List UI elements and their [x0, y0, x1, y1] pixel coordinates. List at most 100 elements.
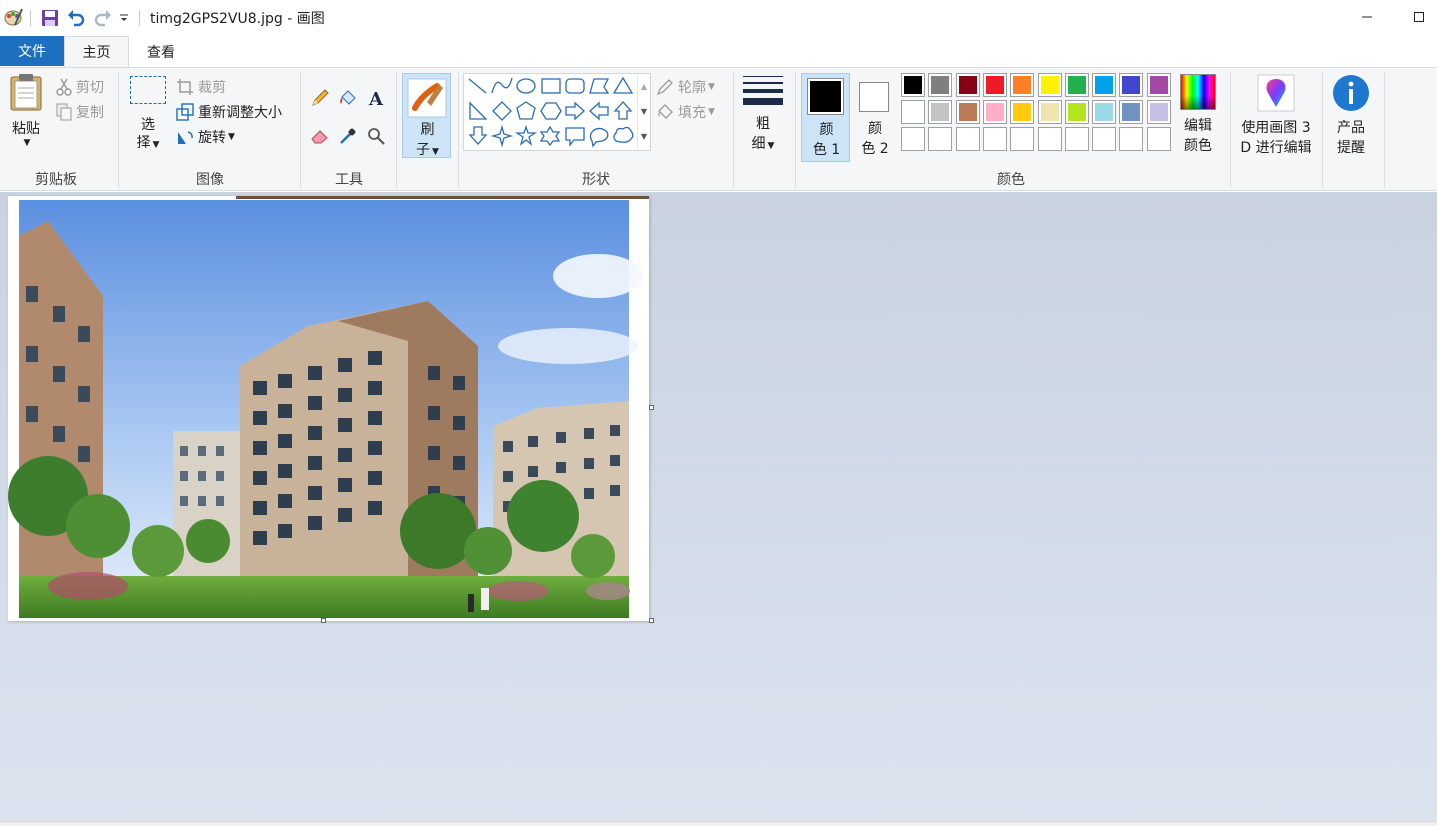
palette-swatch[interactable]	[1146, 73, 1171, 97]
palette-swatch[interactable]	[955, 100, 980, 124]
copy-label: 复制	[76, 105, 104, 121]
color1-swatch	[807, 78, 844, 115]
custom-color-slot[interactable]	[1092, 127, 1117, 151]
palette-swatch[interactable]	[1146, 100, 1171, 124]
shapes-group-label: 形状	[582, 172, 610, 188]
crop-icon	[177, 79, 193, 95]
color2-button[interactable]: 颜 色 2	[852, 73, 898, 162]
scroll-up-icon[interactable]: ▲	[638, 74, 650, 99]
palette-swatch[interactable]	[1119, 73, 1144, 97]
fill-button[interactable]: 填充 ▼	[656, 101, 715, 123]
text-tool[interactable]: A	[364, 86, 388, 110]
eraser-tool[interactable]	[308, 124, 332, 148]
paste-icon	[10, 74, 42, 111]
crop-button[interactable]: 裁剪	[176, 76, 226, 98]
maximize-button[interactable]	[1400, 0, 1437, 34]
size-label-bottom: 细	[751, 136, 766, 152]
palette-swatch[interactable]	[901, 73, 925, 97]
resize-handle-right[interactable]	[649, 405, 654, 410]
outline-button[interactable]: 轮廓 ▼	[656, 76, 715, 98]
palette-swatch[interactable]	[982, 100, 1007, 124]
edit-colors-label-top: 编辑	[1184, 118, 1212, 134]
fill-tool[interactable]	[336, 86, 360, 110]
gallery-expand-icon[interactable]: ▼	[638, 124, 650, 149]
rotate-button[interactable]: 旋转 ▼	[176, 126, 235, 148]
color2-label-bottom: 色 2	[861, 141, 889, 157]
custom-color-slot[interactable]	[1064, 127, 1089, 151]
cut-label: 剪切	[76, 80, 104, 96]
size-button[interactable]: 粗 细 ▼	[740, 74, 786, 160]
palette-swatch[interactable]	[955, 73, 980, 97]
color-picker-icon	[340, 128, 356, 144]
scroll-down-icon[interactable]: ▼	[638, 99, 650, 124]
outline-label: 轮廓	[678, 80, 706, 96]
tab-view[interactable]: 查看	[130, 36, 192, 67]
product-alert-button[interactable]: 产品 提醒	[1328, 74, 1374, 160]
palette-swatch[interactable]	[901, 100, 925, 124]
custom-color-slot[interactable]	[1146, 127, 1171, 151]
resize-handle-bottom[interactable]	[321, 618, 326, 623]
select-button[interactable]: 选 择 ▼	[126, 76, 170, 160]
custom-color-slot[interactable]	[1119, 127, 1144, 151]
save-icon[interactable]	[40, 8, 60, 28]
color1-button[interactable]: 颜 色 1	[801, 73, 850, 162]
edit-colors-button[interactable]: 编辑 颜色	[1178, 74, 1218, 160]
canvas-workspace[interactable]	[0, 192, 1437, 821]
palette-swatch[interactable]	[1010, 73, 1035, 97]
pencil-tool[interactable]	[308, 86, 332, 110]
brushes-button[interactable]: 刷 子 ▼	[402, 73, 451, 158]
rounded-rectangle-shape-icon	[565, 78, 585, 94]
up-arrow-shape-icon	[613, 101, 633, 120]
custom-color-slot[interactable]	[928, 127, 953, 151]
palette-swatch[interactable]	[1092, 73, 1117, 97]
rectangle-shape-icon	[541, 78, 561, 94]
tab-file[interactable]: 文件	[0, 36, 64, 66]
ribbon: 粘贴 ▼ 剪切 复制 剪贴板 选 择 ▼ 裁剪 重新调整大小 旋转 ▼ 图像 A…	[0, 67, 1437, 191]
paint3d-button[interactable]: 使用画图 3 D 进行编辑	[1234, 74, 1318, 160]
shapes-scrollbar[interactable]: ▲ ▼ ▼	[637, 74, 650, 150]
cut-button[interactable]: 剪切	[56, 76, 104, 98]
text-icon: A	[368, 89, 384, 108]
custom-color-slot[interactable]	[901, 127, 925, 151]
redo-icon[interactable]	[93, 7, 113, 29]
resize-handle-corner[interactable]	[649, 618, 654, 623]
custom-color-slot[interactable]	[1010, 127, 1035, 151]
custom-color-slot[interactable]	[1037, 127, 1062, 151]
edit-colors-label-bottom: 颜色	[1184, 138, 1212, 154]
customize-dropdown-icon[interactable]	[118, 10, 130, 26]
pencil-icon	[312, 89, 329, 106]
minimize-button[interactable]	[1344, 0, 1390, 34]
custom-color-slot[interactable]	[982, 127, 1007, 151]
palette-swatch[interactable]	[1092, 100, 1117, 124]
down-arrow-shape-icon	[468, 126, 488, 145]
palette-swatch[interactable]	[1119, 100, 1144, 124]
color-picker-tool[interactable]	[336, 124, 360, 148]
brushes-label-bottom: 子	[416, 142, 431, 158]
oval-shape-icon	[516, 78, 536, 94]
color1-label-top: 颜	[819, 122, 834, 138]
custom-color-slot[interactable]	[955, 127, 980, 151]
paste-dropdown-icon: ▼	[23, 138, 31, 148]
palette-swatch[interactable]	[1037, 100, 1062, 124]
palette-swatch[interactable]	[1064, 73, 1089, 97]
undo-icon[interactable]	[66, 7, 86, 29]
diamond-shape-icon	[492, 101, 512, 121]
palette-swatch[interactable]	[1010, 100, 1035, 124]
pentagon-shape-icon	[516, 101, 536, 120]
palette-swatch[interactable]	[1037, 73, 1062, 97]
paste-button[interactable]: 粘贴 ▼	[4, 72, 48, 160]
size-label-top: 粗	[756, 116, 770, 132]
clipboard-group-label: 剪贴板	[35, 172, 77, 188]
tab-home[interactable]: 主页	[64, 36, 129, 67]
palette-swatch[interactable]	[928, 73, 953, 97]
palette-swatch[interactable]	[928, 100, 953, 124]
palette-swatch[interactable]	[1064, 100, 1089, 124]
copy-button[interactable]: 复制	[56, 101, 104, 123]
palette-swatch[interactable]	[982, 73, 1007, 97]
shapes-gallery[interactable]: ▲ ▼ ▼	[463, 73, 651, 151]
canvas[interactable]	[8, 196, 649, 621]
paint-app-icon[interactable]	[2, 6, 24, 28]
brush-icon	[407, 78, 447, 118]
magnifier-tool[interactable]	[364, 124, 388, 148]
resize-button[interactable]: 重新调整大小	[176, 101, 282, 123]
